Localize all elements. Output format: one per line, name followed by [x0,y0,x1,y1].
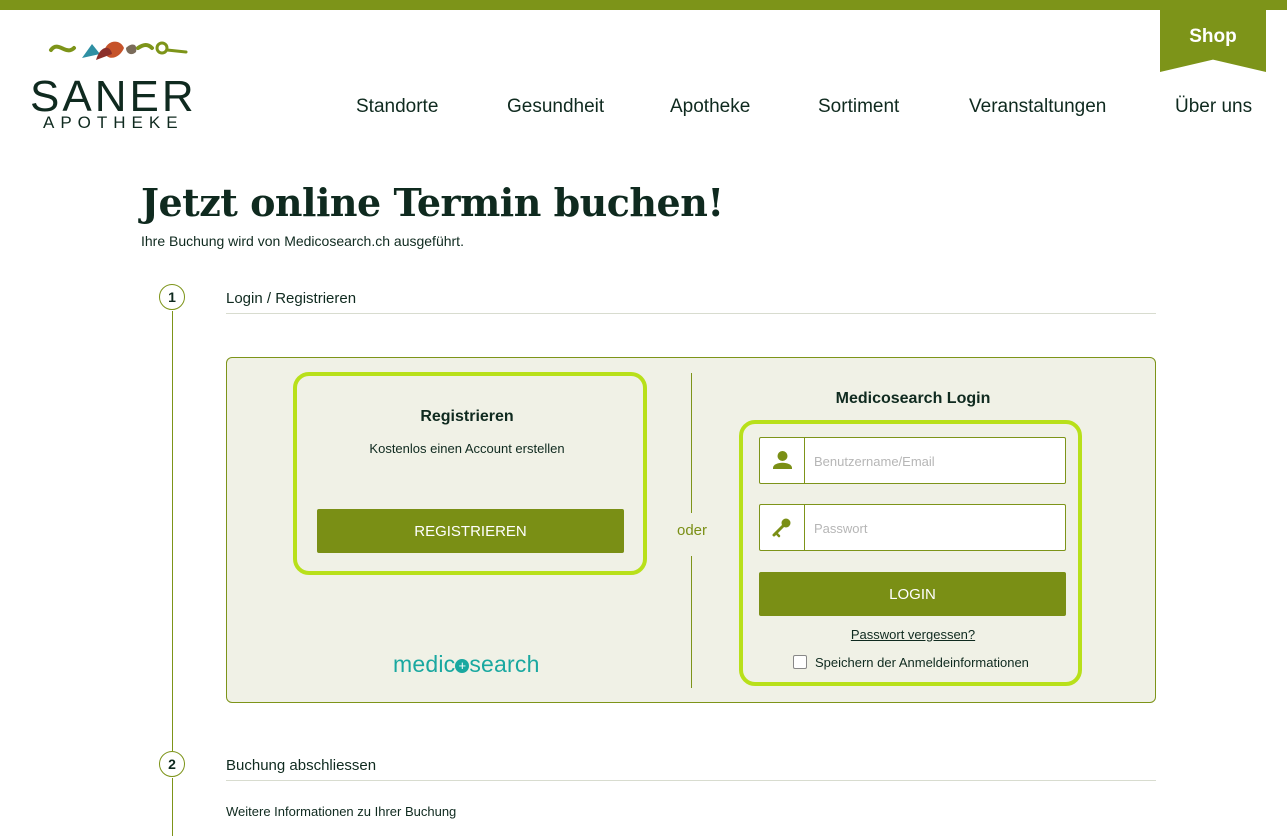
separator-text: oder [676,522,708,539]
main-navigation: Standorte Gesundheit Apotheke Sortiment … [0,96,1287,122]
shop-button[interactable]: Shop [1160,10,1266,72]
page-subtitle: Ihre Buchung wird von Medicosearch.ch au… [141,233,464,249]
key-icon [760,505,805,550]
saner-logo-emblem-icon [49,41,188,60]
username-input[interactable] [812,448,1056,474]
step-divider [226,780,1156,781]
nav-item-apotheke[interactable]: Apotheke [670,96,750,118]
login-button[interactable]: LOGIN [759,572,1066,616]
step-divider [226,313,1156,314]
nav-item-gesundheit[interactable]: Gesundheit [507,96,604,118]
booking-info-text: Weitere Informationen zu Ihrer Buchung [226,804,457,819]
medicosearch-logo: medic + search [393,651,540,677]
nav-item-sortiment[interactable]: Sortiment [818,96,899,118]
nav-item-standorte[interactable]: Standorte [356,96,438,118]
remember-checkbox[interactable] [793,655,807,669]
register-card: Registrieren Kostenlos einen Account ers… [293,372,647,575]
login-title: Medicosearch Login [835,390,991,407]
username-field[interactable] [759,437,1066,484]
remember-credentials: Speichern der Anmeldeinformationen [793,655,1029,670]
password-field[interactable] [759,504,1066,551]
step-connector-line [172,778,173,836]
nav-item-ueber-uns[interactable]: Über uns [1175,96,1252,118]
step-title-login: Login / Registrieren [226,290,357,307]
vertical-divider [691,373,692,513]
register-title: Registrieren [420,408,514,425]
page-title: Jetzt online Termin buchen! [141,180,724,225]
forgot-password-link[interactable]: Passwort vergessen? [763,627,1063,642]
register-description: Kostenlos einen Account erstellen [369,441,565,456]
step-number-1: 1 [159,284,185,310]
remember-label: Speichern der Anmeldeinformationen [815,655,1029,670]
nav-item-veranstaltungen[interactable]: Veranstaltungen [969,96,1106,118]
password-input[interactable] [812,515,1056,541]
step-connector-line [172,311,173,751]
login-register-panel: Registrieren Kostenlos einen Account ers… [226,357,1156,703]
step-number-2: 2 [159,751,185,777]
user-icon [760,438,805,483]
vertical-divider [691,556,692,688]
step-title-booking: Buchung abschliessen [226,757,377,774]
top-accent-bar [0,0,1287,10]
register-button[interactable]: REGISTRIEREN [317,509,624,553]
